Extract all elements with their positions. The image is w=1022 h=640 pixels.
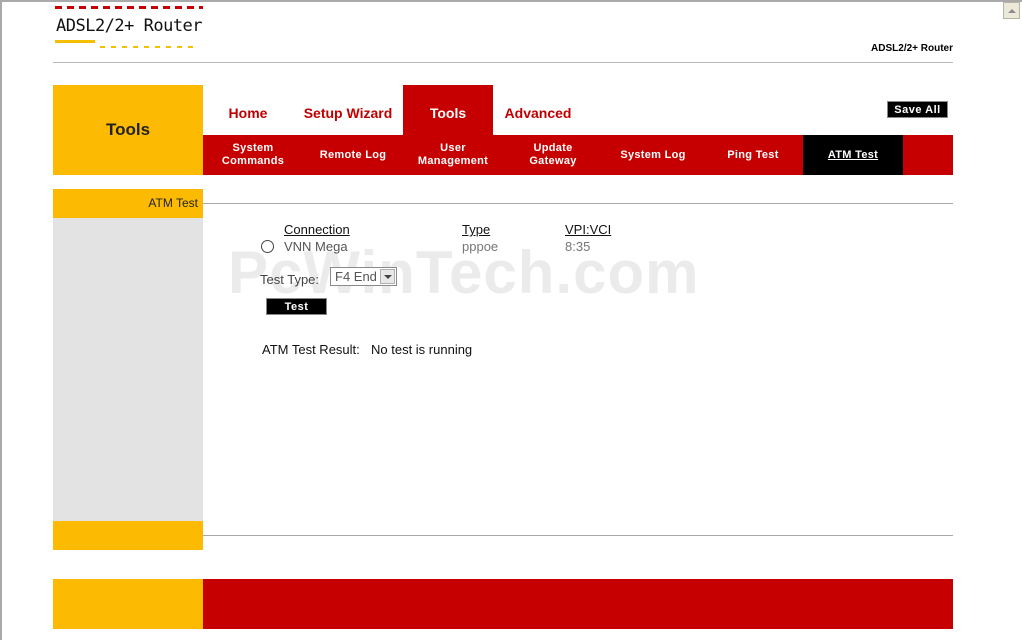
subnav-label: ATM Test xyxy=(827,148,879,161)
logo-decoration-bar xyxy=(55,40,95,43)
tab-tools[interactable]: Tools xyxy=(403,85,493,135)
header-divider xyxy=(53,62,953,63)
subnav-system-commands[interactable]: System Commands xyxy=(203,135,303,175)
content-divider-bottom xyxy=(203,535,953,536)
tab-advanced[interactable]: Advanced xyxy=(493,92,583,134)
save-all-button[interactable]: Save All xyxy=(887,101,948,118)
column-header-vpivci: VPI:VCI xyxy=(565,222,612,237)
subnav-ping-test[interactable]: Ping Test xyxy=(703,135,803,175)
subnav-label: Update Gateway xyxy=(529,142,577,167)
footer-left-block xyxy=(53,579,203,629)
sidebar-panel xyxy=(53,218,203,521)
test-type-value: F4 End xyxy=(335,269,377,284)
window-left-border xyxy=(0,0,2,640)
test-type-select[interactable]: F4 End xyxy=(330,267,397,286)
logo: ADSL2/2+ Router xyxy=(56,16,203,36)
subnav-update-gateway[interactable]: Update Gateway xyxy=(503,135,603,175)
tab-setup-wizard[interactable]: Setup Wizard xyxy=(293,92,403,134)
logo-decoration-bottom xyxy=(100,46,198,48)
column-header-type: Type xyxy=(462,222,491,237)
subnav-label: Remote Log xyxy=(319,148,387,161)
logo-decoration-top xyxy=(55,6,203,9)
subnav-label: System Commands xyxy=(221,142,285,167)
subnav-remote-log[interactable]: Remote Log xyxy=(303,135,403,175)
subnav-label: User Management xyxy=(417,142,489,167)
subnav-label: System Log xyxy=(620,148,686,161)
subnav-user-management[interactable]: User Management xyxy=(403,135,503,175)
content-divider-top xyxy=(203,203,953,204)
subnav-system-log[interactable]: System Log xyxy=(603,135,703,175)
window-top-border xyxy=(0,0,1022,2)
section-title: Tools xyxy=(53,85,203,175)
scroll-up-arrow-icon xyxy=(1008,9,1016,13)
test-button[interactable]: Test xyxy=(266,298,327,315)
footer-bar xyxy=(203,579,953,629)
tab-home[interactable]: Home xyxy=(213,92,283,134)
connection-name: VNN Mega xyxy=(284,239,348,254)
header-product-name: ADSL2/2+ Router xyxy=(871,43,953,54)
subnav-label: Ping Test xyxy=(727,148,779,161)
column-header-connection: Connection xyxy=(284,222,350,237)
dropdown-button[interactable] xyxy=(380,269,395,284)
atm-test-result-label: ATM Test Result: xyxy=(262,342,360,357)
sidebar-heading-label: ATM Test xyxy=(148,196,198,210)
chevron-down-icon xyxy=(384,275,392,279)
test-type-label: Test Type: xyxy=(260,272,320,287)
sidebar-heading: ATM Test xyxy=(53,189,203,218)
scroll-up-button[interactable] xyxy=(1003,2,1020,19)
connection-radio[interactable] xyxy=(261,240,274,253)
atm-test-result-value: No test is running xyxy=(371,342,473,357)
sidebar-footer xyxy=(53,521,203,550)
connection-type: pppoe xyxy=(462,239,499,254)
subnav-atm-test[interactable]: ATM Test xyxy=(803,135,903,175)
connection-vpivci: 8:35 xyxy=(565,239,591,254)
